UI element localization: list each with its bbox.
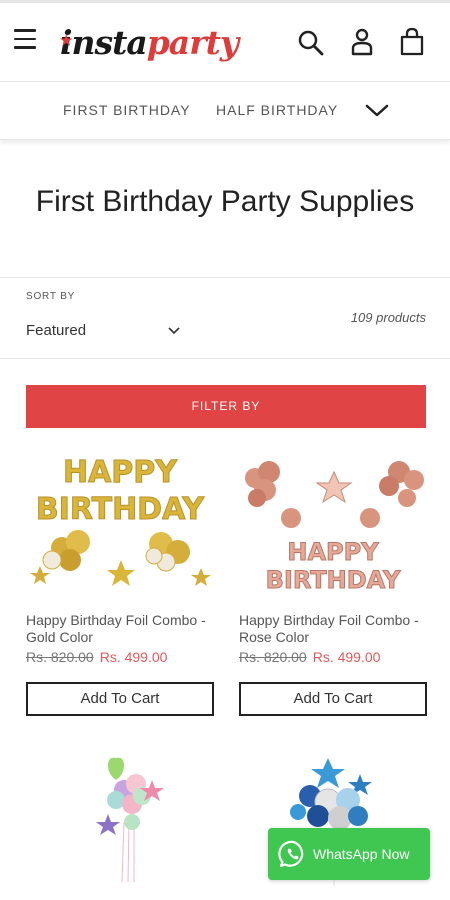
price-row: Rs. 820.00 Rs. 499.00	[26, 649, 167, 665]
product-image-rose[interactable]: HAPPY BIRTHDAY	[239, 452, 427, 602]
page-title: First Birthday Party Supplies	[35, 185, 415, 218]
sort-bar: SORT BY Featured 109 products	[0, 277, 450, 359]
sale-price: Rs. 499.00	[99, 649, 168, 665]
account-icon[interactable]	[348, 27, 376, 57]
logo-star-icon: ★	[60, 33, 73, 49]
menu-icon[interactable]	[14, 29, 38, 51]
search-icon[interactable]	[297, 27, 325, 57]
chevron-down-icon[interactable]	[364, 100, 390, 122]
site-logo[interactable]: ★ instaparty	[60, 21, 239, 65]
image-text-birthday: BIRTHDAY	[266, 566, 401, 594]
product-image-pastel[interactable]	[84, 752, 174, 887]
product-count: 109 products	[350, 310, 426, 325]
old-price: Rs. 820.00	[26, 649, 94, 665]
whatsapp-icon	[278, 840, 304, 868]
sort-label: SORT BY	[26, 291, 76, 302]
image-text-happy: HAPPY	[287, 538, 379, 566]
category-nav: FIRST BIRTHDAY HALF BIRTHDAY	[0, 82, 450, 140]
old-price: Rs. 820.00	[239, 649, 307, 665]
site-header: ★ instaparty	[0, 0, 450, 82]
chevron-down-icon	[168, 327, 180, 335]
product-card[interactable]: HAPPY BIRTHDAY Happy Birthday Foil Combo…	[239, 452, 427, 718]
nav-item-first-birthday[interactable]: FIRST BIRTHDAY	[63, 102, 191, 118]
sort-select[interactable]: Featured	[26, 322, 182, 344]
add-to-cart-button[interactable]: Add To Cart	[239, 682, 427, 716]
whatsapp-button[interactable]: WhatsApp Now	[268, 828, 430, 880]
product-image-gold[interactable]: HAPPY BIRTHDAY	[26, 452, 214, 602]
whatsapp-label: WhatsApp Now	[313, 846, 410, 862]
sort-selected-value: Featured	[26, 322, 87, 339]
cart-icon[interactable]	[398, 27, 426, 57]
image-text-birthday: BIRTHDAY	[36, 492, 206, 527]
product-title[interactable]: Happy Birthday Foil Combo - Gold Color	[26, 612, 214, 646]
product-title[interactable]: Happy Birthday Foil Combo - Rose Color	[239, 612, 427, 646]
image-text-happy: HAPPY	[63, 455, 178, 490]
filter-button[interactable]: FILTER BY	[26, 385, 426, 428]
sale-price: Rs. 499.00	[312, 649, 381, 665]
logo-insta-text: insta	[60, 23, 148, 62]
price-row: Rs. 820.00 Rs. 499.00	[239, 649, 380, 665]
nav-item-half-birthday[interactable]: HALF BIRTHDAY	[216, 102, 338, 118]
product-card[interactable]: HAPPY BIRTHDAY Happy Birthday Foil Combo…	[26, 452, 214, 718]
add-to-cart-button[interactable]: Add To Cart	[26, 682, 214, 716]
logo-party-text: party	[146, 23, 239, 62]
